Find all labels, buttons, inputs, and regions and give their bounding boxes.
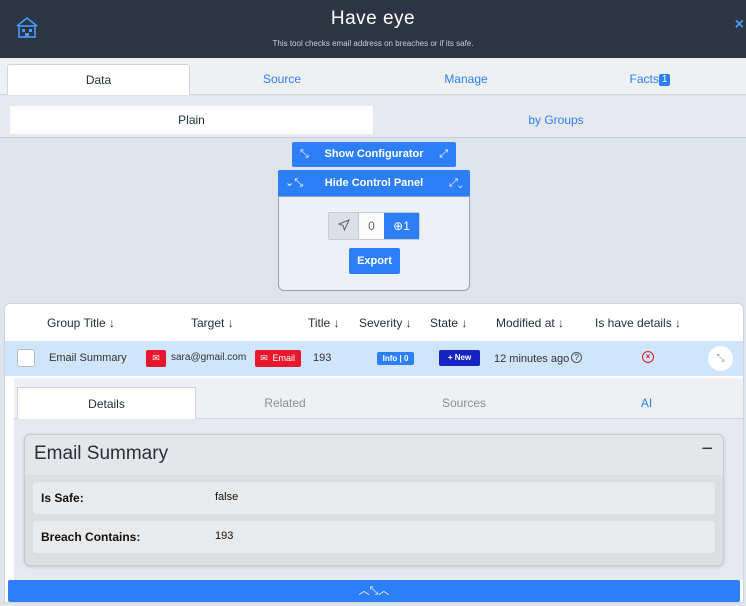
row-checkbox[interactable]: [17, 349, 35, 367]
severity-badge: Info | 0: [377, 352, 414, 365]
column-group-title[interactable]: Group Title ↓: [47, 316, 115, 330]
tab-ai[interactable]: AI: [554, 387, 739, 419]
column-title[interactable]: Title ↓: [308, 316, 340, 330]
field-value: 193: [215, 530, 234, 542]
tab-facts[interactable]: Facts 1: [558, 64, 742, 95]
collapse-row-button[interactable]: ⤡: [708, 346, 733, 371]
control-panel: 0 ⊕1 Export: [278, 196, 470, 291]
button-label: Show Configurator: [324, 148, 424, 160]
column-is-have-details[interactable]: Is have details ↓: [595, 316, 681, 330]
tab-label: Source: [262, 72, 302, 86]
card-title: Email Summary: [34, 443, 169, 464]
tab-data[interactable]: Data: [7, 64, 190, 95]
plus-circle-icon: ⊕: [393, 219, 404, 233]
group-title-cell: Email Summary: [49, 352, 127, 364]
card-header: Email Summary −: [25, 435, 723, 475]
tab-manage[interactable]: Manage: [374, 64, 558, 95]
field-key: Is Safe:: [41, 491, 84, 505]
title-cell: 193: [313, 352, 332, 364]
tab-label: Facts: [629, 72, 659, 86]
column-target[interactable]: Target ↓: [191, 316, 234, 330]
collapse-arrows-icon: ⤢⌄: [449, 177, 463, 189]
send-icon[interactable]: [329, 213, 359, 239]
row-details: Details Related Sources AI Email Summary…: [14, 378, 743, 580]
x-circle-icon: ×: [642, 351, 654, 363]
collapse-bar-button[interactable]: ︿⤡︿: [8, 580, 740, 602]
run-stepper: 0 ⊕1: [328, 212, 420, 240]
modified-at-text: 12 minutes ago: [494, 353, 570, 365]
tab-plain[interactable]: Plain: [10, 106, 373, 134]
export-button[interactable]: Export: [349, 248, 400, 274]
collapse-arrows-icon: ⌄⤡: [285, 177, 304, 189]
tab-label: Manage: [444, 72, 488, 86]
app-header: Have eye This tool checks email address …: [0, 0, 746, 58]
button-label: Hide Control Panel: [324, 177, 424, 189]
field-breach-contains: Breach Contains: 193: [33, 521, 715, 553]
facts-count-badge: 1: [658, 74, 671, 86]
expand-arrows-icon: ⤢: [439, 148, 448, 160]
add-count: 1: [403, 219, 410, 233]
field-is-safe: Is Safe: false: [33, 482, 715, 514]
tab-by-groups[interactable]: by Groups: [373, 106, 739, 134]
field-value: false: [215, 491, 239, 503]
table-row[interactable]: Email Summary ✉ sara@gmail.com ✉ Email 1…: [5, 341, 743, 376]
question-circle-icon[interactable]: ?: [571, 352, 583, 363]
target-type-chip: ✉ Email: [255, 350, 301, 367]
detail-tabs: Details Related Sources AI: [14, 378, 743, 419]
tab-sources[interactable]: Sources: [374, 387, 554, 419]
close-icon[interactable]: ×: [735, 16, 744, 34]
envelope-icon: ✉: [146, 350, 166, 367]
modified-at-cell: 12 minutes ago?: [494, 352, 583, 365]
tab-details[interactable]: Details: [17, 387, 196, 419]
tab-source[interactable]: Source: [190, 64, 374, 95]
target-type-label: Email: [272, 353, 296, 363]
stepper-value: 0: [359, 213, 384, 239]
expand-arrows-icon: ⤡: [300, 148, 309, 160]
main-tabs: Data Source Manage Facts 1: [0, 58, 746, 95]
column-state[interactable]: State ↓: [430, 316, 467, 330]
state-badge: + New: [439, 350, 480, 366]
app-title: Have eye: [330, 8, 416, 29]
tab-related[interactable]: Related: [196, 387, 374, 419]
add-button[interactable]: ⊕1: [384, 213, 419, 239]
show-configurator-button[interactable]: ⤡ Show Configurator ⤢: [292, 142, 456, 167]
collapse-arrows-icon: ︿⤡︿: [358, 585, 390, 597]
target-email: sara@gmail.com: [171, 352, 247, 363]
column-modified-at[interactable]: Modified at ↓: [496, 316, 564, 330]
view-mode-tabs: Plain by Groups: [0, 96, 746, 138]
collapse-card-button[interactable]: −: [701, 438, 713, 461]
envelope-icon: ✉: [260, 353, 268, 363]
field-key: Breach Contains:: [41, 530, 141, 544]
tab-label: Data: [85, 73, 112, 87]
email-summary-card: Email Summary − Is Safe: false Breach Co…: [24, 434, 724, 566]
hide-control-panel-button[interactable]: ⌄⤡ Hide Control Panel ⤢⌄: [278, 170, 470, 196]
collapse-arrows-icon: ⤡: [716, 353, 725, 364]
app-subtitle: This tool checks email address on breach…: [272, 39, 474, 48]
results-table: Group Title ↓ Target ↓ Title ↓ Severity …: [4, 303, 744, 603]
column-severity[interactable]: Severity ↓: [359, 316, 412, 330]
